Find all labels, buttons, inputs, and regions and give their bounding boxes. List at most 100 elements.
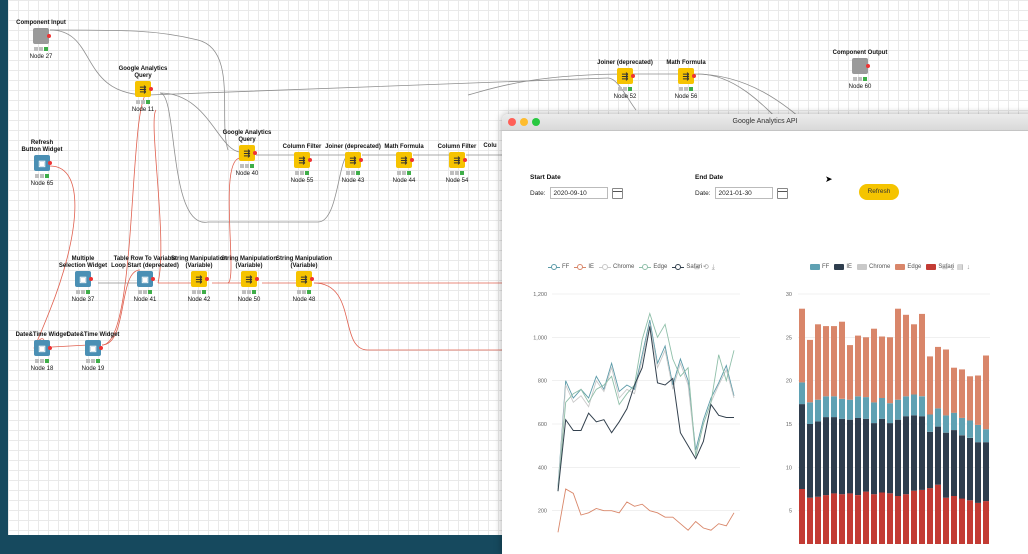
bar-segment-ff[interactable] bbox=[983, 429, 989, 443]
bar-segment-edge[interactable] bbox=[807, 339, 813, 403]
bar-segment-edge[interactable] bbox=[863, 337, 869, 398]
output-port[interactable] bbox=[692, 74, 696, 78]
bar-segment-ff[interactable] bbox=[903, 396, 909, 417]
bar-segment-ff[interactable] bbox=[823, 396, 829, 418]
legend-item[interactable]: FF bbox=[548, 264, 569, 270]
chart-toolbox[interactable]: ⊡⟲⤓ bbox=[694, 263, 718, 272]
widget-node-icon[interactable]: ▣ bbox=[75, 271, 93, 287]
bar-segment-edge[interactable] bbox=[919, 313, 925, 397]
bar-segment-edge[interactable] bbox=[887, 337, 893, 404]
bar-segment-safari[interactable] bbox=[839, 494, 845, 544]
legend-item[interactable]: Chrome bbox=[599, 264, 634, 270]
bar-segment-ff[interactable] bbox=[919, 396, 925, 417]
bar-segment-edge[interactable] bbox=[815, 324, 821, 400]
bar-segment-safari[interactable] bbox=[855, 495, 861, 544]
output-port[interactable] bbox=[47, 34, 51, 38]
output-port[interactable] bbox=[310, 277, 314, 281]
workflow-node[interactable]: Math Formula ⇶ Node 56 bbox=[641, 53, 731, 100]
bar-segment-ie[interactable] bbox=[895, 419, 901, 496]
zoom-icon[interactable]: ⊡ bbox=[694, 264, 703, 271]
legend-item[interactable]: IE bbox=[834, 264, 852, 270]
widget-node-icon[interactable]: ▣ bbox=[137, 271, 155, 287]
bar-segment-safari[interactable] bbox=[831, 493, 837, 544]
bar-segment-ff[interactable] bbox=[895, 399, 901, 420]
bar-segment-ff[interactable] bbox=[855, 396, 861, 418]
legend-item[interactable]: Chrome bbox=[857, 264, 890, 270]
bar-segment-edge[interactable] bbox=[951, 367, 957, 413]
bar-segment-safari[interactable] bbox=[807, 497, 813, 544]
bar-segment-safari[interactable] bbox=[951, 495, 957, 544]
bar-segment-ff[interactable] bbox=[943, 415, 949, 433]
calendar-icon[interactable] bbox=[611, 187, 623, 199]
workflow-node[interactable]: String Manipulation (Variable) ⇶ Node 48 bbox=[259, 256, 349, 303]
output-port[interactable] bbox=[631, 74, 635, 78]
bar-segment-ie[interactable] bbox=[823, 417, 829, 496]
bar-segment-ie[interactable] bbox=[847, 419, 853, 494]
bar-segment-edge[interactable] bbox=[895, 308, 901, 400]
component-port-icon[interactable] bbox=[33, 28, 51, 44]
bar-segment-ie[interactable] bbox=[887, 423, 893, 494]
node-icon[interactable]: ⇶ bbox=[678, 68, 696, 84]
bar-segment-ff[interactable] bbox=[799, 382, 805, 405]
bar-segment-safari[interactable] bbox=[871, 494, 877, 544]
widget-node-icon[interactable]: ▣ bbox=[85, 340, 103, 356]
bar-segment-ie[interactable] bbox=[951, 430, 957, 496]
dialog-titlebar[interactable]: Google Analytics API bbox=[502, 114, 1028, 131]
widget-node-icon[interactable]: ▣ bbox=[34, 155, 52, 171]
bar-segment-ff[interactable] bbox=[831, 396, 837, 418]
bar-segment-safari[interactable] bbox=[919, 489, 925, 544]
bar-segment-edge[interactable] bbox=[975, 375, 981, 425]
output-port[interactable] bbox=[866, 64, 870, 68]
node-icon[interactable]: ⇶ bbox=[617, 68, 635, 84]
bar-segment-safari[interactable] bbox=[879, 492, 885, 545]
end-date-input[interactable]: 2021-01-30 bbox=[714, 187, 773, 199]
bar-segment-ie[interactable] bbox=[911, 415, 917, 491]
bar-segment-ie[interactable] bbox=[839, 418, 845, 495]
workflow-node[interactable]: Date&Time Widget ▣ Node 19 bbox=[48, 325, 138, 372]
bar-segment-ff[interactable] bbox=[967, 420, 973, 438]
bar-segment-ie[interactable] bbox=[863, 418, 869, 492]
bar-segment-edge[interactable] bbox=[967, 376, 973, 421]
node-icon[interactable]: ⇶ bbox=[239, 145, 257, 161]
bar-segment-ie[interactable] bbox=[903, 416, 909, 495]
bar-segment-safari[interactable] bbox=[887, 493, 893, 544]
bar-segment-ie[interactable] bbox=[983, 442, 989, 502]
output-port[interactable] bbox=[149, 87, 153, 91]
bar-segment-ff[interactable] bbox=[911, 394, 917, 416]
output-port[interactable] bbox=[99, 346, 103, 350]
bar-segment-ie[interactable] bbox=[855, 417, 861, 495]
bar-segment-safari[interactable] bbox=[983, 501, 989, 544]
zoom-icon[interactable]: ⊡ bbox=[942, 264, 951, 271]
legend-item[interactable]: Edge bbox=[639, 264, 667, 270]
bar-segment-ie[interactable] bbox=[959, 435, 965, 499]
bar-segment-ff[interactable] bbox=[847, 399, 853, 420]
bar-segment-ff[interactable] bbox=[927, 414, 933, 432]
bar-segment-ie[interactable] bbox=[927, 431, 933, 489]
bar-segment-ff[interactable] bbox=[807, 402, 813, 424]
legend-item[interactable]: FF bbox=[810, 264, 829, 270]
bar-segment-edge[interactable] bbox=[871, 328, 877, 403]
workflow-node[interactable]: Component Output Node 60 bbox=[815, 43, 905, 90]
bar-segment-ff[interactable] bbox=[887, 403, 893, 424]
bar-segment-ff[interactable] bbox=[863, 397, 869, 419]
bar-segment-ff[interactable] bbox=[879, 398, 885, 419]
node-icon[interactable]: ⇶ bbox=[241, 271, 259, 287]
workflow-node[interactable]: Google Analytics Query ⇶ Node 11 bbox=[98, 66, 188, 113]
restore-icon[interactable]: ⟲ bbox=[703, 264, 712, 271]
bar-segment-safari[interactable] bbox=[911, 490, 917, 544]
bar-segment-safari[interactable] bbox=[935, 484, 941, 544]
bar-segment-safari[interactable] bbox=[799, 489, 805, 544]
bar-segment-ie[interactable] bbox=[807, 424, 813, 498]
node-icon[interactable]: ⇶ bbox=[135, 81, 153, 97]
bar-segment-safari[interactable] bbox=[975, 502, 981, 544]
save-icon[interactable]: ⤓ bbox=[712, 264, 718, 271]
bar-segment-edge[interactable] bbox=[831, 326, 837, 397]
bar-segment-edge[interactable] bbox=[911, 324, 917, 395]
bar-chart-legend[interactable]: FF IE Chrome Edge Safari bbox=[810, 264, 954, 270]
data-view-icon[interactable]: ▤ bbox=[957, 264, 967, 271]
workflow-node[interactable]: Component Input Node 27 bbox=[8, 13, 86, 60]
bar-segment-ff[interactable] bbox=[935, 408, 941, 427]
bar-segment-edge[interactable] bbox=[823, 326, 829, 397]
bar-segment-safari[interactable] bbox=[863, 491, 869, 544]
bar-segment-ff[interactable] bbox=[839, 398, 845, 419]
